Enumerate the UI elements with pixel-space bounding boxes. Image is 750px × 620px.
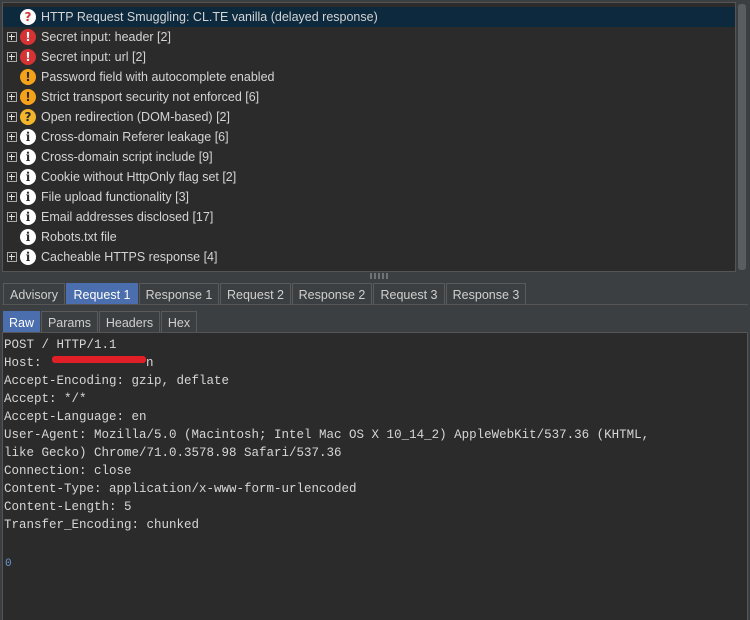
tab-response-2[interactable]: Response 2 [292, 283, 372, 305]
info-severity-icon: i [20, 169, 36, 185]
expand-plus-icon[interactable] [7, 112, 17, 122]
request-line: Accept: */* [4, 392, 87, 406]
subtab-hex[interactable]: Hex [161, 311, 197, 333]
request-line: Accept-Language: en [4, 410, 147, 424]
request-line: Connection: close [4, 464, 132, 478]
host-value-visible-tail: n [146, 356, 154, 370]
high-severity-icon: ! [20, 49, 36, 65]
splitter-grip-icon[interactable] [370, 273, 388, 279]
expand-plus-icon[interactable] [7, 132, 17, 142]
tentative-medium-severity-icon: ? [20, 109, 36, 125]
expand-plus-icon[interactable] [7, 152, 17, 162]
expand-plus-icon[interactable] [7, 172, 17, 182]
issue-row[interactable]: i Email addresses disclosed [17] [3, 207, 735, 227]
issue-label: File upload functionality [3] [41, 190, 190, 204]
expand-plus-icon[interactable] [7, 252, 17, 262]
issue-row[interactable]: ! Secret input: header [2] [3, 27, 735, 47]
tab-request-3[interactable]: Request 3 [373, 283, 445, 305]
tab-advisory[interactable]: Advisory [3, 283, 65, 305]
issue-label: Cacheable HTTPS response [4] [41, 250, 218, 264]
expand-plus-icon[interactable] [7, 192, 17, 202]
issue-label: Strict transport security not enforced [… [41, 90, 260, 104]
issue-row[interactable]: i Cross-domain script include [9] [3, 147, 735, 167]
redaction-bar [52, 356, 146, 363]
request-line: User-Agent: Mozilla/5.0 (Macintosh; Inte… [4, 428, 650, 442]
issue-label: HTTP Request Smuggling: CL.TE vanilla (d… [41, 10, 378, 24]
issue-row[interactable]: ! Strict transport security not enforced … [3, 87, 735, 107]
issue-row[interactable]: ! Secret input: url [2] [3, 47, 735, 67]
issue-row[interactable]: ? Open redirection (DOM-based) [2] [3, 107, 735, 127]
issue-label: Cross-domain Referer leakage [6] [41, 130, 229, 144]
tab-response-3[interactable]: Response 3 [446, 283, 526, 305]
high-severity-icon: ! [20, 29, 36, 45]
issue-row[interactable]: i File upload functionality [3] [3, 187, 735, 207]
issue-row[interactable]: i Cacheable HTTPS response [4] [3, 247, 735, 267]
issue-label: Robots.txt file [41, 230, 117, 244]
issue-label: Cross-domain script include [9] [41, 150, 213, 164]
request-line: Content-Length: 5 [4, 500, 132, 514]
issue-row[interactable]: i Cross-domain Referer leakage [6] [3, 127, 735, 147]
issues-scrollbar[interactable] [736, 2, 748, 272]
request-body-line: 0 [5, 558, 12, 570]
info-severity-icon: i [20, 189, 36, 205]
expand-plus-icon[interactable] [7, 92, 17, 102]
tab-request-1[interactable]: Request 1 [66, 283, 138, 305]
issue-label: Open redirection (DOM-based) [2] [41, 110, 230, 124]
issue-label: Password field with autocomplete enabled [41, 70, 275, 84]
issue-row[interactable]: ! Password field with autocomplete enable… [3, 67, 735, 87]
info-severity-icon: i [20, 209, 36, 225]
issue-label: Secret input: header [2] [41, 30, 171, 44]
request-line: Host: [4, 356, 50, 370]
tentative-high-severity-icon: ? [20, 9, 36, 25]
tab-request-2[interactable]: Request 2 [220, 283, 291, 305]
tab-divider [2, 304, 748, 305]
medium-severity-icon: ! [20, 89, 36, 105]
expand-plus-icon[interactable] [7, 212, 17, 222]
info-severity-icon: i [20, 249, 36, 265]
request-line: Transfer_Encoding: chunked [4, 518, 200, 532]
tab-response-1[interactable]: Response 1 [139, 283, 219, 305]
issue-label: Cookie without HttpOnly flag set [2] [41, 170, 237, 184]
request-line: Content-Type: application/x-www-form-url… [4, 482, 357, 496]
expand-plus-icon[interactable] [7, 32, 17, 42]
issue-row[interactable]: i Robots.txt file [3, 227, 735, 247]
request-line: like Gecko) Chrome/71.0.3578.98 Safari/5… [4, 446, 342, 460]
info-severity-icon: i [20, 129, 36, 145]
panel-splitter[interactable] [0, 272, 750, 280]
request-line: Accept-Encoding: gzip, deflate [4, 374, 230, 388]
expand-plus-icon[interactable] [7, 52, 17, 62]
medium-severity-icon: ! [20, 69, 36, 85]
issue-row[interactable]: i Cookie without HttpOnly flag set [2] [3, 167, 735, 187]
info-severity-icon: i [20, 149, 36, 165]
issue-label: Secret input: url [2] [41, 50, 146, 64]
subtab-raw[interactable]: Raw [3, 311, 40, 333]
issues-scroll-thumb[interactable] [738, 4, 746, 270]
issue-label: Email addresses disclosed [17] [41, 210, 214, 224]
issue-row[interactable]: ? HTTP Request Smuggling: CL.TE vanilla (… [3, 7, 735, 27]
subtab-headers[interactable]: Headers [99, 311, 160, 333]
info-severity-icon: i [20, 229, 36, 245]
subtab-params[interactable]: Params [41, 311, 98, 333]
request-line: POST / HTTP/1.1 [4, 338, 117, 352]
issues-tree[interactable]: ? HTTP Request Smuggling: CL.TE vanilla (… [2, 2, 736, 272]
